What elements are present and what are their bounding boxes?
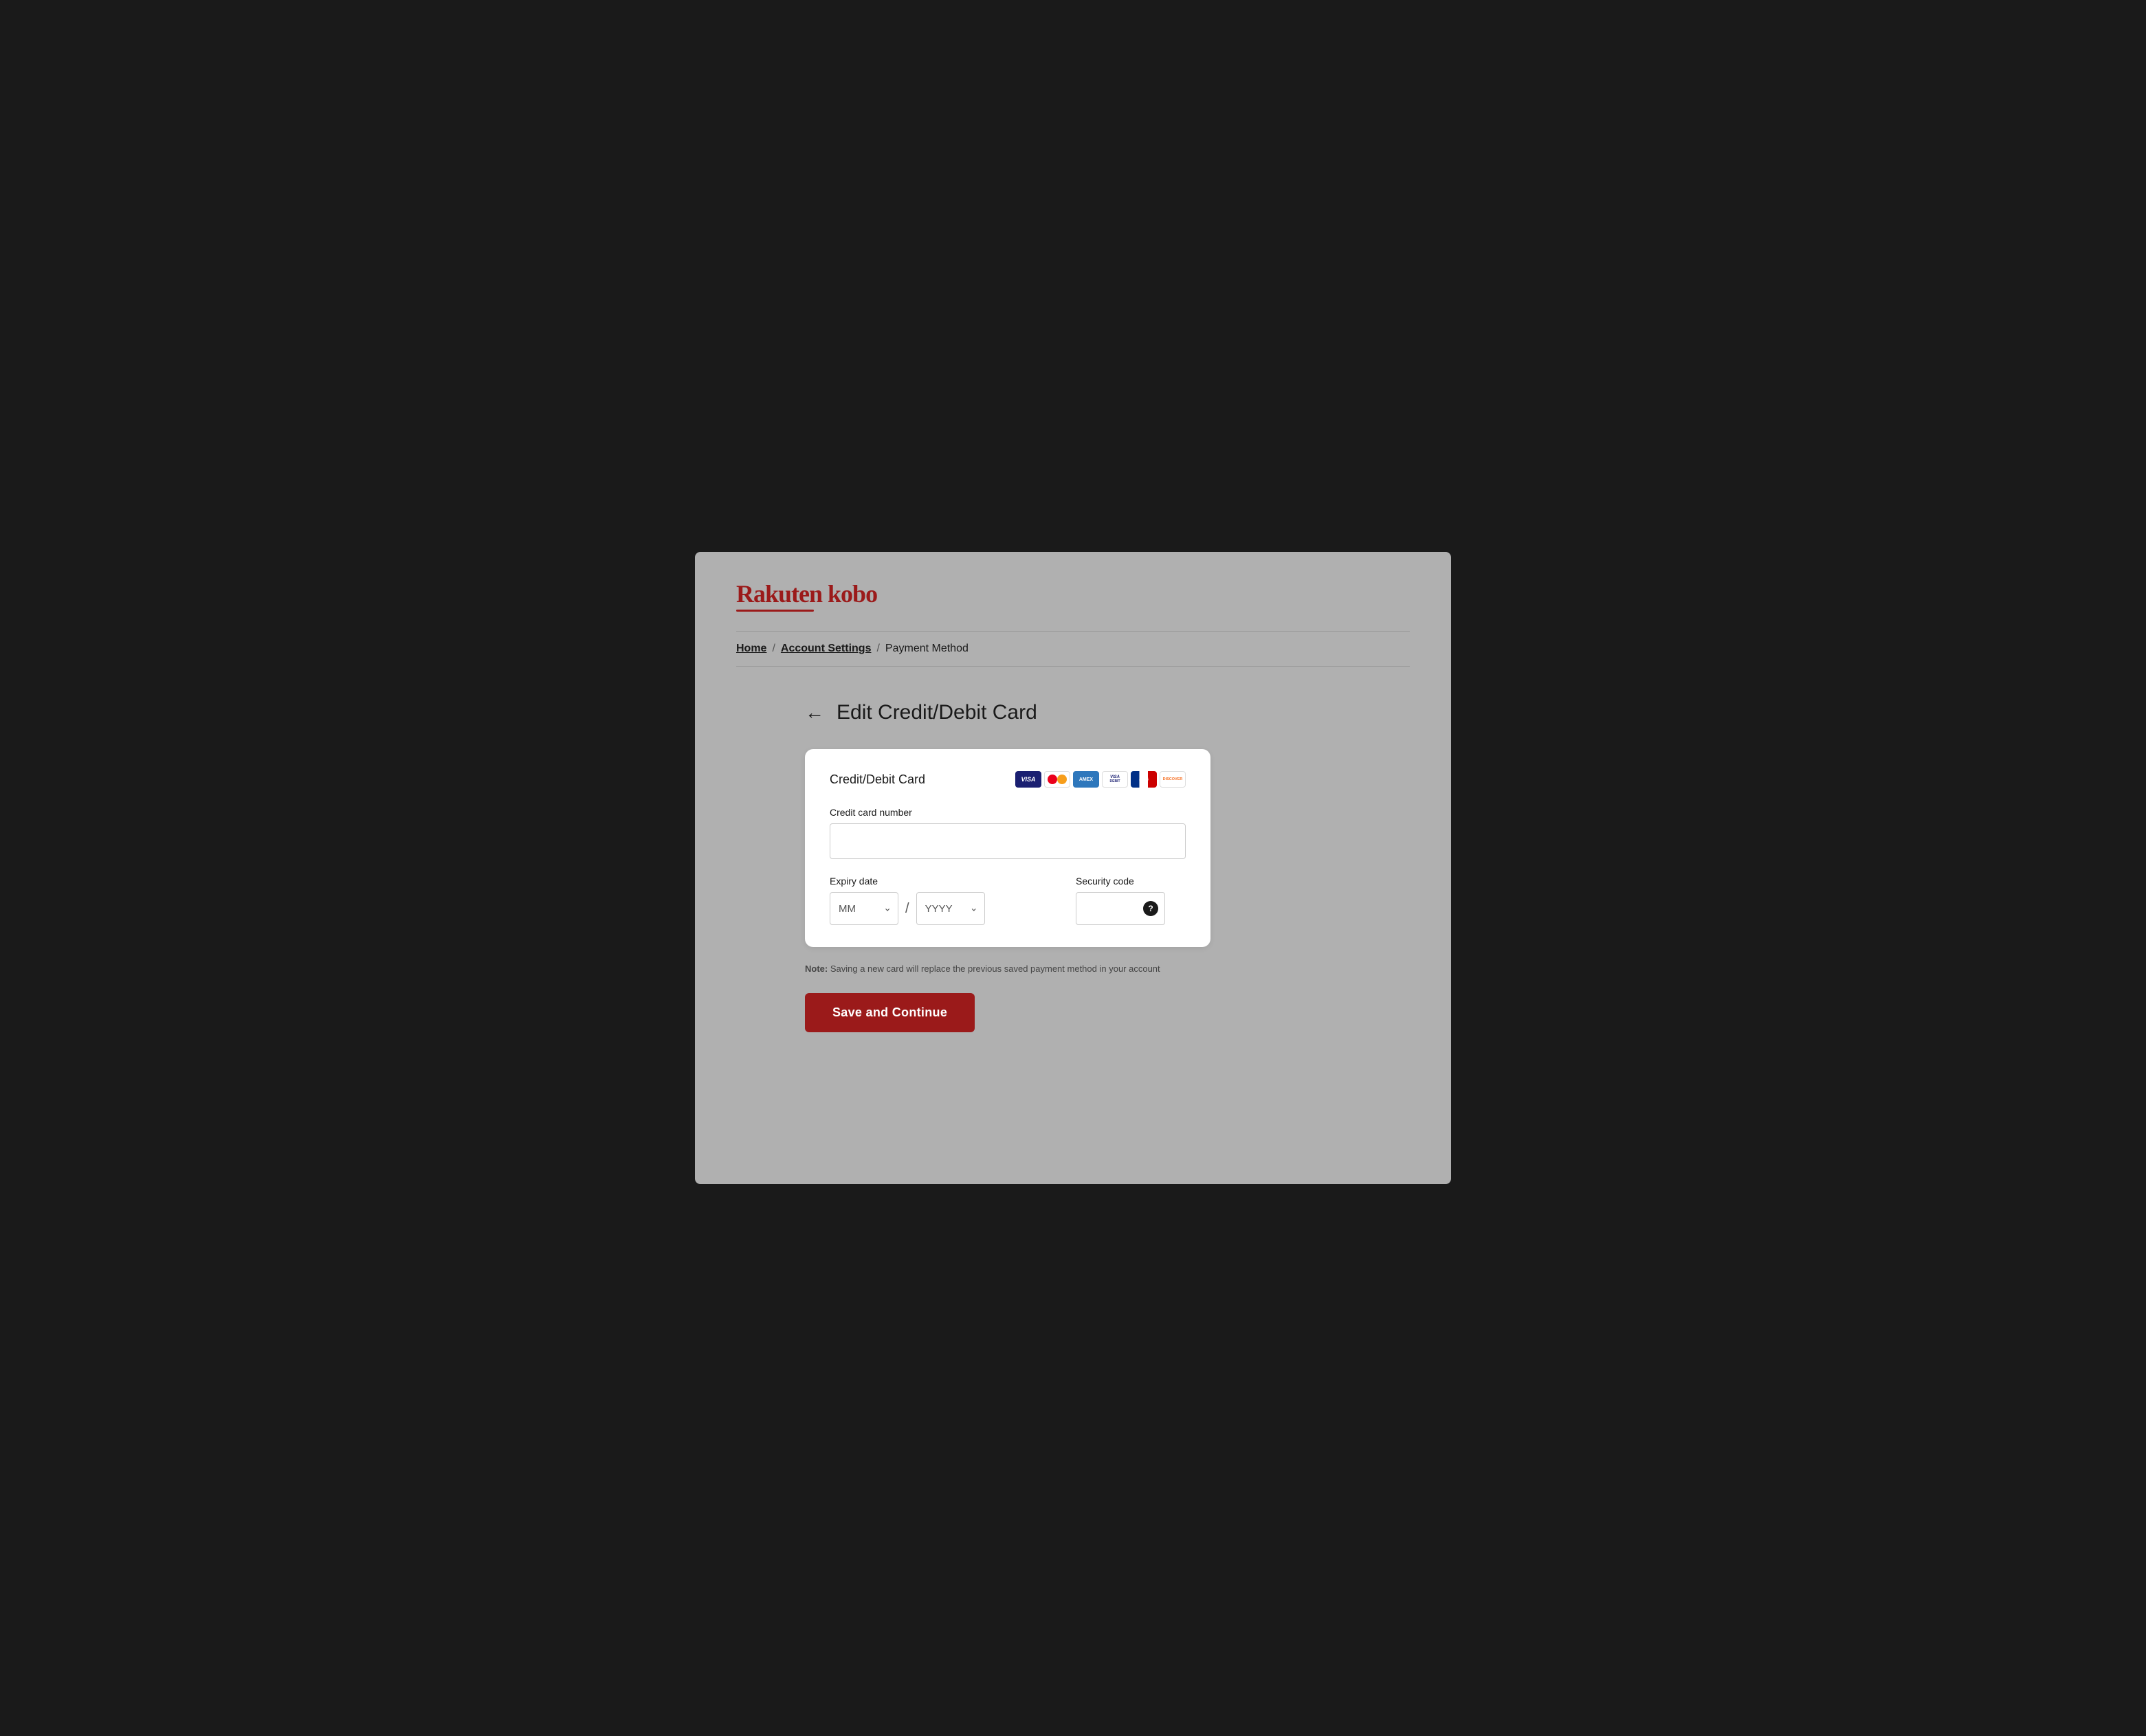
breadcrumb-separator-1: /: [772, 643, 775, 655]
breadcrumb-account-settings[interactable]: Account Settings: [781, 643, 872, 655]
card-form-header: Credit/Debit Card VISA AMEX VISA DEBIT J…: [830, 771, 1186, 788]
visa-card-icon: VISA: [1015, 771, 1041, 788]
breadcrumb: Home / Account Settings / Payment Method: [736, 643, 1410, 667]
expiry-month-wrapper: MM 01 02 03 04 05 06 07 08 09: [830, 892, 898, 925]
expiry-slash: /: [905, 901, 909, 917]
expiry-year-wrapper: YYYY 2024 2025 2026 2027 2028 2029 2030: [916, 892, 985, 925]
expiry-label: Expiry date: [830, 876, 1054, 887]
expiry-month-select[interactable]: MM 01 02 03 04 05 06 07 08 09: [830, 892, 898, 925]
rakuten-kobo-logo[interactable]: Rakuten kobo: [736, 579, 877, 612]
amex-card-icon: AMEX: [1073, 771, 1099, 788]
logo-area: Rakuten kobo: [736, 579, 1410, 612]
card-icons-group: VISA AMEX VISA DEBIT JCB DISCOVER: [1015, 771, 1186, 788]
save-and-continue-button[interactable]: Save and Continue: [805, 993, 975, 1032]
card-number-input[interactable]: [830, 823, 1186, 859]
card-form-title: Credit/Debit Card: [830, 772, 925, 787]
security-code-label: Security code: [1076, 876, 1186, 887]
expiry-fields: MM 01 02 03 04 05 06 07 08 09: [830, 892, 1054, 925]
security-help-icon[interactable]: ?: [1143, 901, 1158, 916]
page-content: Rakuten kobo Home / Account Settings / P…: [695, 552, 1451, 1087]
main-area: ← Edit Credit/Debit Card Credit/Debit Ca…: [736, 667, 1410, 1060]
breadcrumb-bar: Home / Account Settings / Payment Method: [736, 631, 1410, 667]
logo-text: Rakuten kobo: [736, 580, 877, 608]
back-arrow-button[interactable]: ←: [805, 702, 824, 724]
discover-card-icon: DISCOVER: [1160, 771, 1186, 788]
page-title: Edit Credit/Debit Card: [837, 701, 1037, 724]
expiry-year-select[interactable]: YYYY 2024 2025 2026 2027 2028 2029 2030: [916, 892, 985, 925]
expiry-group: Expiry date MM 01 02 03 04 05: [830, 876, 1054, 925]
card-form-container: Credit/Debit Card VISA AMEX VISA DEBIT J…: [805, 749, 1210, 947]
breadcrumb-current: Payment Method: [885, 643, 969, 655]
security-input-wrapper: ?: [1076, 892, 1165, 925]
expiry-security-row: Expiry date MM 01 02 03 04 05: [830, 876, 1186, 925]
card-number-label: Credit card number: [830, 807, 1186, 818]
note-text: Note: Saving a new card will replace the…: [805, 964, 1210, 974]
browser-frame: Rakuten kobo Home / Account Settings / P…: [695, 552, 1451, 1184]
note-body: Saving a new card will replace the previ…: [828, 964, 1160, 974]
jcb-card-icon: JCB: [1131, 771, 1157, 788]
breadcrumb-home[interactable]: Home: [736, 643, 766, 655]
breadcrumb-separator-2: /: [876, 643, 879, 655]
page-title-row: ← Edit Credit/Debit Card: [805, 701, 1410, 724]
visa-debit-icon: VISA DEBIT: [1102, 771, 1128, 788]
mastercard-icon: [1044, 771, 1070, 788]
security-group: Security code ?: [1076, 876, 1186, 925]
note-prefix: Note:: [805, 964, 828, 974]
logo-underline: [736, 610, 814, 612]
